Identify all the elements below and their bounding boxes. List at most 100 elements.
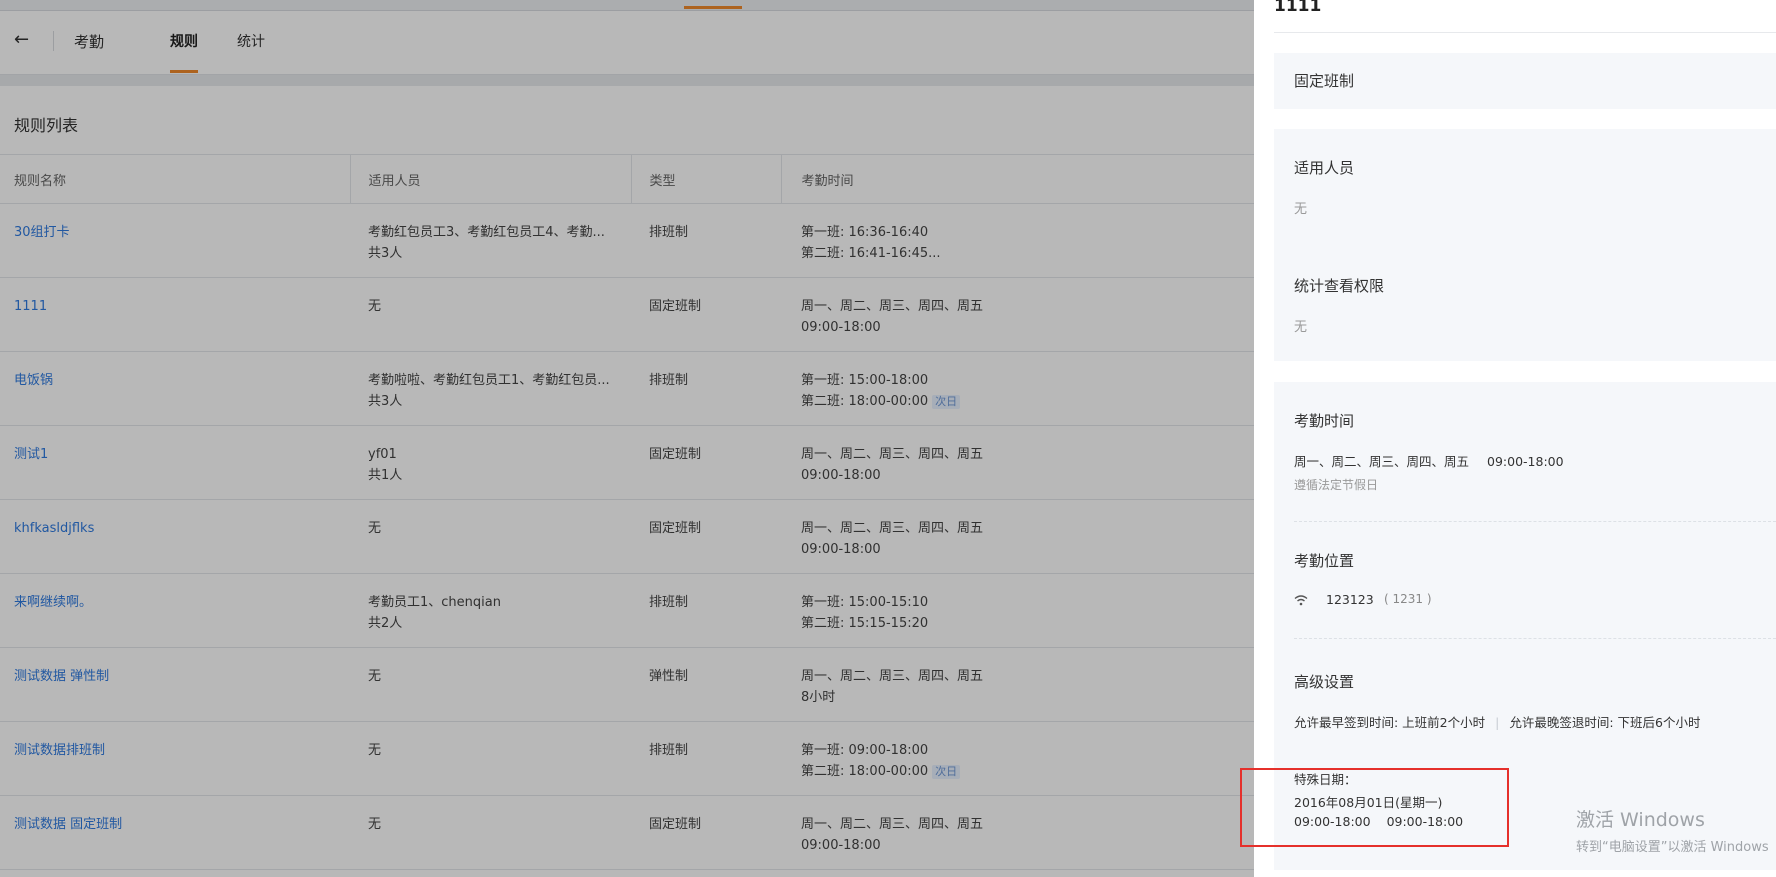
rule-time-line2: 8小时	[801, 690, 836, 705]
rules-table: 规则名称 适用人员 类型 考勤时间 30组打卡 考勤红包员工3、考勤红包员工4、…	[0, 154, 1254, 870]
attendance-hours: 09:00-18:00	[1487, 454, 1564, 469]
drawer-title: 1111	[1274, 0, 1322, 16]
holiday-note: 遵循法定节假日	[1294, 478, 1379, 492]
table-header-row: 规则名称 适用人员 类型 考勤时间	[0, 154, 1254, 204]
next-day-tag: 次日	[932, 395, 961, 409]
top-strip	[0, 0, 1254, 11]
rule-time-line1: 周一、周二、周三、周四、周五	[801, 299, 984, 314]
top-accent-bar	[684, 6, 742, 9]
location-code: ( 1231 )	[1384, 592, 1432, 606]
earliest-checkin: 允许最早签到时间: 上班前2个小时	[1294, 715, 1486, 730]
column-header-time: 考勤时间	[780, 154, 1254, 204]
rule-people: 无	[368, 743, 382, 758]
rule-time-line1: 周一、周二、周三、周四、周五	[801, 669, 984, 684]
applicable-people-value: 无	[1294, 202, 1308, 217]
rule-name-link[interactable]: 1111	[14, 299, 47, 314]
column-header-people: 适用人员	[349, 154, 631, 204]
back-arrow-icon[interactable]: ←	[14, 29, 29, 50]
table-row[interactable]: 测试数据排班制 无 排班制 第一班: 09:00-18:00 第二班: 18:00…	[0, 721, 1254, 796]
rule-people: 考勤红包员工3、考勤红包员工4、考勤...	[368, 225, 605, 240]
view-permission-value: 无	[1294, 320, 1308, 335]
rule-name-link[interactable]: 电饭锅	[14, 373, 53, 388]
rule-people: 考勤啦啦、考勤红包员工1、考勤红包员...	[368, 373, 610, 388]
rule-name-link[interactable]: khfkasldjflks	[14, 521, 94, 536]
rule-type: 排班制	[649, 225, 689, 240]
tab-rules[interactable]: 规则	[170, 31, 198, 51]
rule-people: 无	[368, 669, 382, 684]
rules-panel: 规则列表 规则名称 适用人员 类型 考勤时间 30组打卡 考勤红包员工3、考勤红…	[0, 86, 1254, 877]
people-permission-card: 适用人员 无 统计查看权限 无	[1274, 129, 1776, 361]
column-header-rule-name: 规则名称	[0, 154, 350, 204]
table-row[interactable]: 测试1 yf01 共1人 固定班制 周一、周二、周三、周四、周五 09:00-18:…	[0, 425, 1254, 500]
advanced-settings-rules: 允许最早签到时间: 上班前2个小时 | 允许最晚签退时间: 下班后6个小时	[1294, 712, 1701, 731]
rule-people: 无	[368, 817, 382, 832]
rule-name-link[interactable]: 测试1	[14, 447, 48, 462]
rule-people: 无	[368, 521, 382, 536]
rule-people: 无	[368, 299, 382, 314]
attendance-days: 周一、周二、周三、周四、周五	[1294, 454, 1470, 469]
rule-time-line1: 周一、周二、周三、周四、周五	[801, 521, 984, 536]
attendance-time-label: 考勤时间	[1294, 412, 1355, 430]
table-row[interactable]: 1111 无 固定班制 周一、周二、周三、周四、周五 09:00-18:00	[0, 277, 1254, 352]
tab-statistics[interactable]: 统计	[237, 31, 265, 51]
rule-type: 弹性制	[649, 669, 689, 684]
windows-activation-watermark: 激活 Windows 转到“电脑设置”以激活 Windows	[1576, 805, 1769, 855]
rule-time-line1: 第一班: 15:00-15:10	[801, 595, 929, 610]
attendance-location-label: 考勤位置	[1294, 552, 1355, 570]
applicable-people-label: 适用人员	[1294, 159, 1355, 177]
rule-time-line2: 09:00-18:00	[801, 320, 881, 335]
table-row[interactable]: 来啊继续啊。 考勤员工1、chenqian 共2人 排班制 第一班: 15:00-…	[0, 573, 1254, 648]
watermark-line2: 转到“电脑设置”以激活 Windows	[1576, 840, 1769, 855]
rule-type: 固定班制	[649, 299, 702, 314]
annotation-highlight-box	[1240, 768, 1509, 847]
table-row[interactable]: 测试数据 弹性制 无 弹性制 周一、周二、周三、周四、周五 8小时	[0, 647, 1254, 722]
rule-type: 排班制	[649, 373, 689, 388]
section-divider	[1294, 638, 1776, 639]
shift-type-card: 固定班制	[1274, 53, 1776, 109]
rule-people: yf01	[368, 447, 397, 462]
rule-name-link[interactable]: 30组打卡	[14, 225, 70, 240]
drawer-title-divider	[1274, 32, 1776, 33]
rule-people-count: 共2人	[368, 616, 403, 631]
view-permission-label: 统计查看权限	[1294, 277, 1385, 295]
rule-name-link[interactable]: 测试数据排班制	[14, 743, 105, 758]
table-row[interactable]: 测试数据 固定班制 无 固定班制 周一、周二、周三、周四、周五 09:00-18:…	[0, 795, 1254, 870]
rule-time-line1: 第一班: 09:00-18:00	[801, 743, 929, 758]
table-row[interactable]: 30组打卡 考勤红包员工3、考勤红包员工4、考勤... 共3人 排班制 第一班: …	[0, 203, 1254, 278]
rule-time-line2: 第二班: 15:15-15:20	[801, 616, 929, 631]
rule-type: 固定班制	[649, 521, 702, 536]
rule-time-line2: 09:00-18:00	[801, 542, 881, 557]
rule-time-line2: 第二班: 18:00-00:00	[801, 394, 929, 409]
advanced-settings-label: 高级设置	[1294, 673, 1355, 691]
rule-name-link[interactable]: 来啊继续啊。	[14, 595, 92, 610]
section-divider	[1294, 521, 1776, 522]
rule-time-line1: 第一班: 16:36-16:40	[801, 225, 929, 240]
app-title: 考勤	[74, 33, 105, 51]
rule-time-line2: 09:00-18:00	[801, 468, 881, 483]
rule-name-link[interactable]: 测试数据 弹性制	[14, 669, 109, 684]
rule-people: 考勤员工1、chenqian	[368, 595, 501, 610]
divider-pipe: |	[1495, 715, 1500, 730]
attendance-app: ← 考勤 规则 统计 规则列表 规则名称 适用人员 类型 考勤时间 30组打卡 …	[0, 0, 1254, 877]
attendance-time: 周一、周二、周三、周四、周五 09:00-18:00	[1294, 451, 1564, 470]
section-gap	[0, 75, 1254, 86]
watermark-line1: 激活 Windows	[1576, 809, 1705, 831]
rule-people-count: 共3人	[368, 394, 403, 409]
nav-divider	[53, 31, 54, 51]
rule-detail-drawer: 1111 固定班制 适用人员 无 统计查看权限 无 考勤时间 周一、周二、周三、…	[1254, 0, 1776, 877]
table-row[interactable]: 电饭锅 考勤啦啦、考勤红包员工1、考勤红包员... 共3人 排班制 第一班: 15…	[0, 351, 1254, 426]
active-tab-indicator	[170, 70, 198, 73]
next-day-tag: 次日	[932, 765, 961, 779]
rule-time-line2: 第二班: 16:41-16:45...	[801, 246, 941, 261]
rule-time-line1: 周一、周二、周三、周四、周五	[801, 817, 984, 832]
rule-name-link[interactable]: 测试数据 固定班制	[14, 817, 122, 832]
rule-type: 固定班制	[649, 447, 702, 462]
rule-people-count: 共3人	[368, 246, 403, 261]
wifi-icon	[1294, 595, 1308, 606]
column-header-type: 类型	[630, 154, 781, 204]
latest-checkout: 允许最晚签退时间: 下班后6个小时	[1509, 715, 1701, 730]
location-name: 123123	[1326, 592, 1374, 607]
shift-type: 固定班制	[1294, 72, 1355, 90]
table-row[interactable]: khfkasldjflks 无 固定班制 周一、周二、周三、周四、周五 09:00…	[0, 499, 1254, 574]
rule-time-line2: 09:00-18:00	[801, 838, 881, 853]
